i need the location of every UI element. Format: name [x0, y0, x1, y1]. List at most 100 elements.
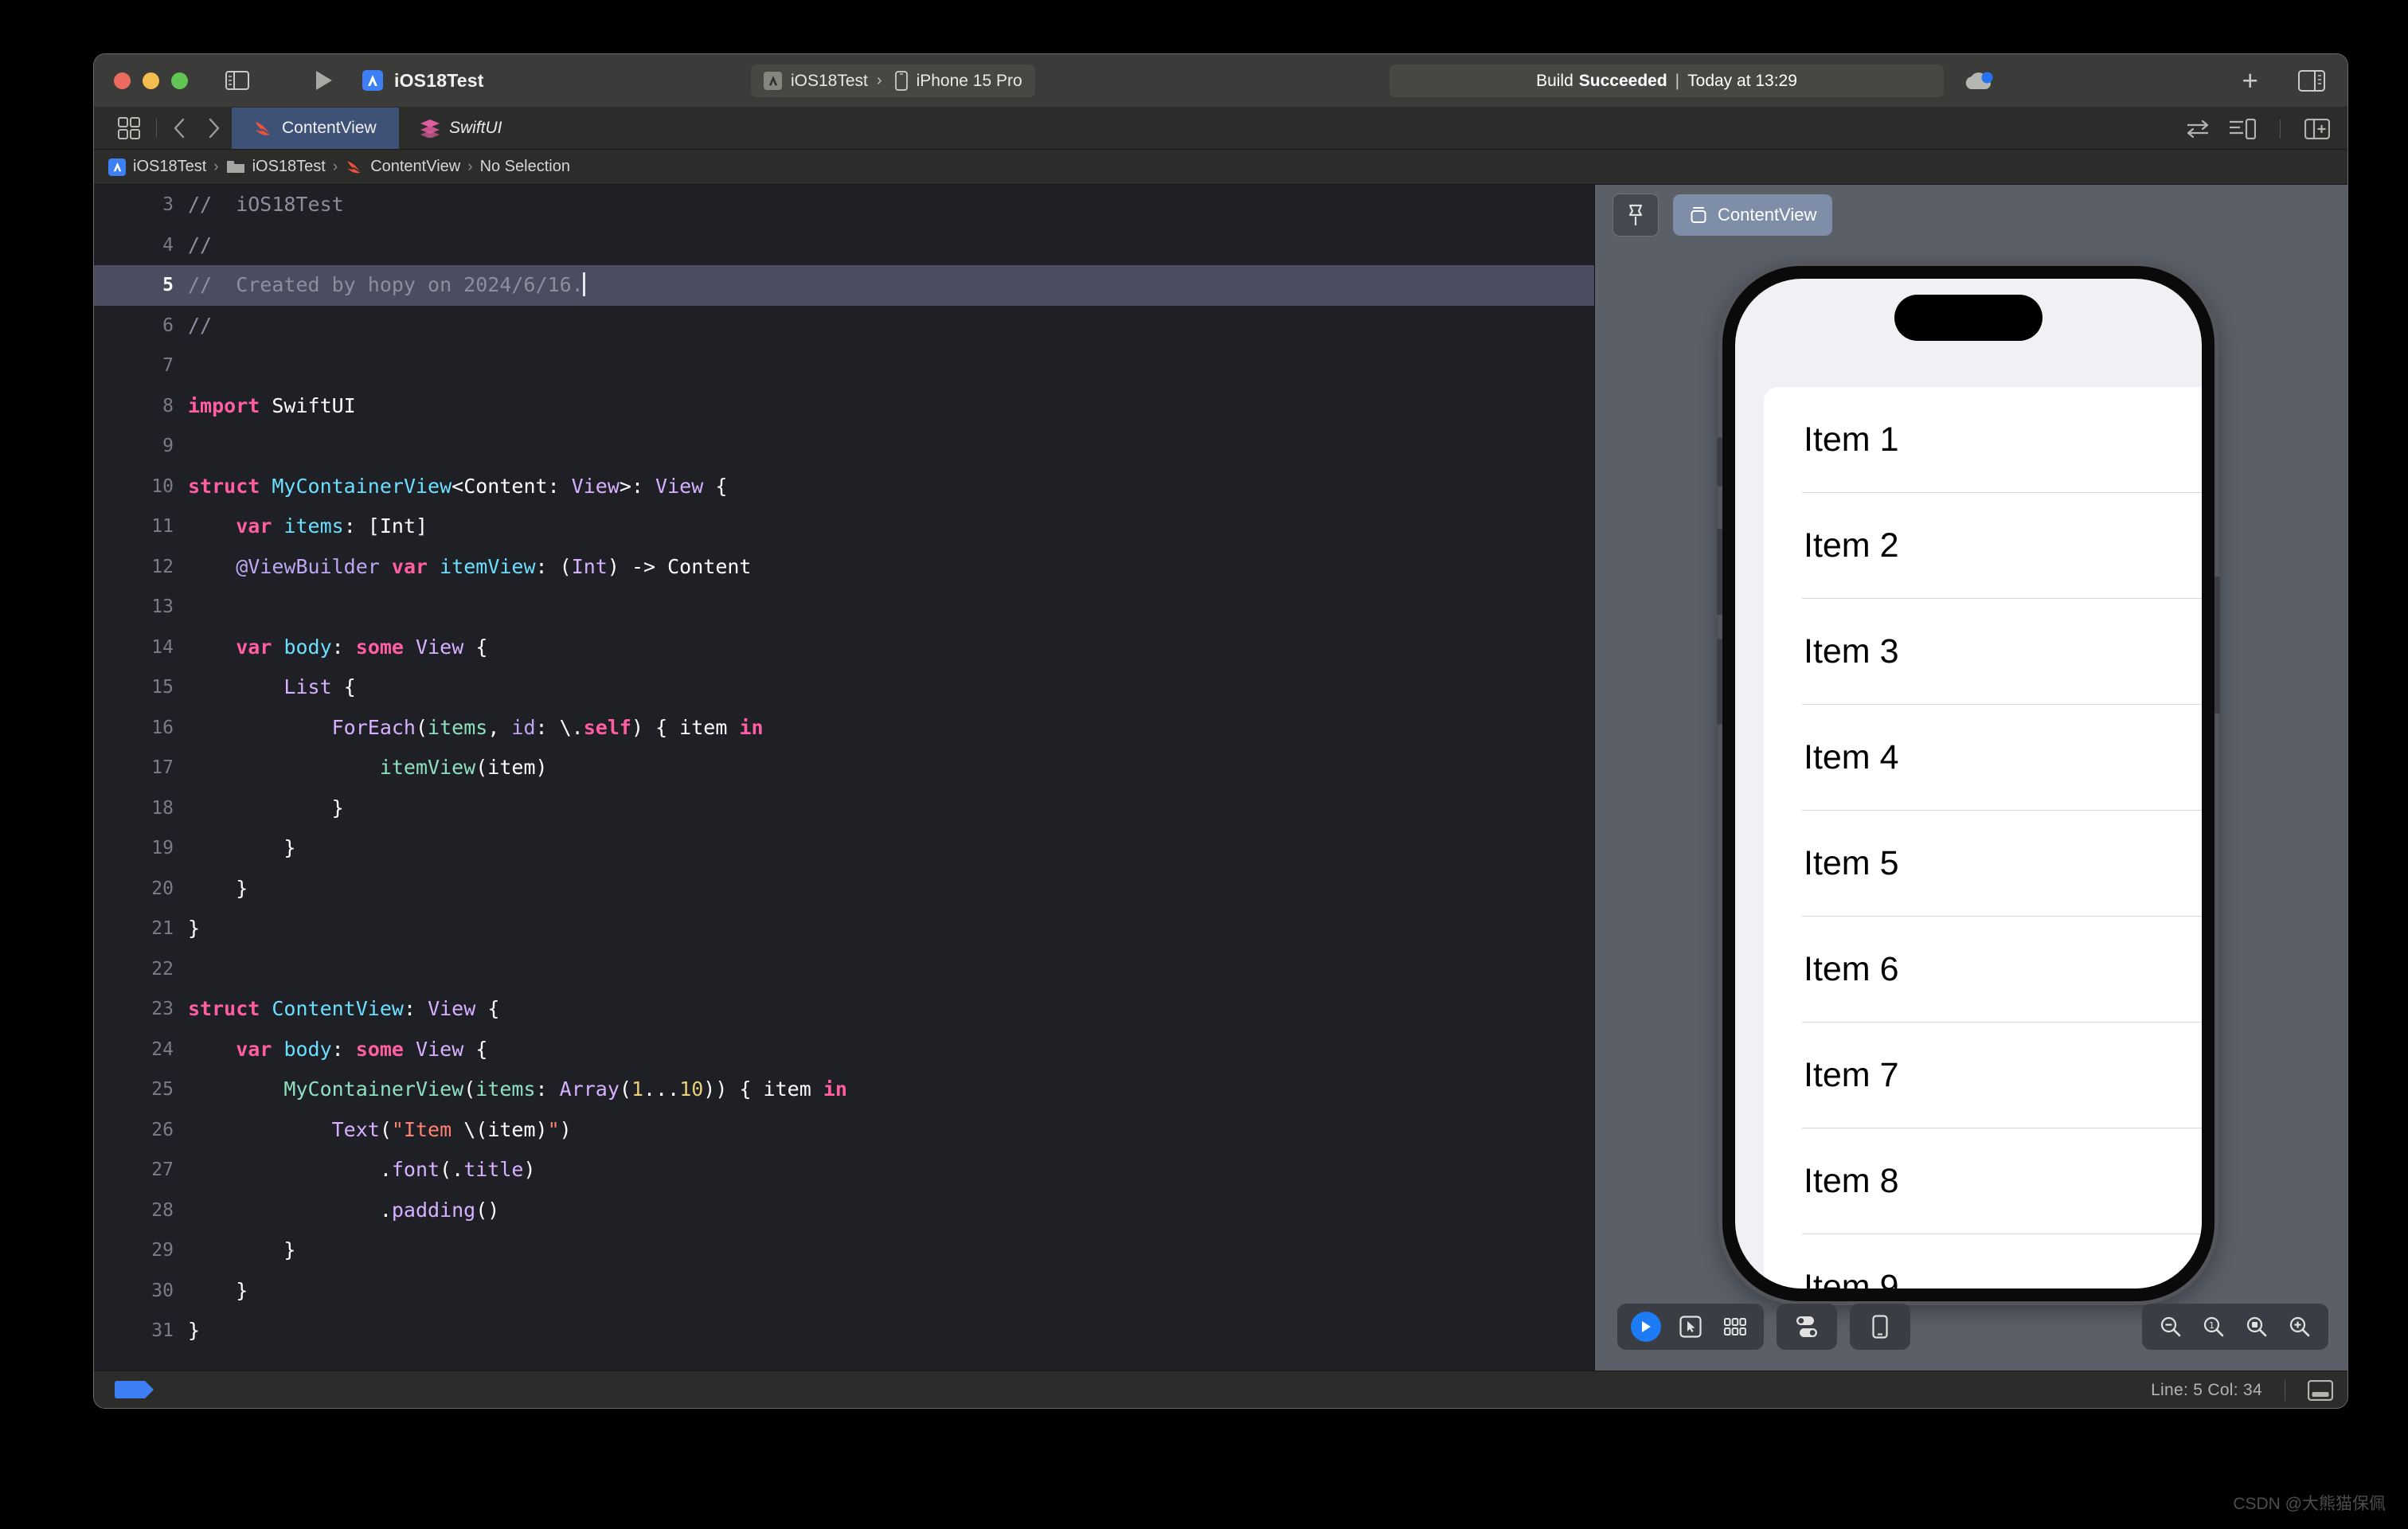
- code-line[interactable]: 28 .padding(): [94, 1191, 1594, 1231]
- active-scheme-display[interactable]: iOS18Test: [362, 70, 484, 92]
- sidebar-toggle-icon[interactable]: [225, 71, 249, 90]
- breadcrumb-item-folder[interactable]: iOS18Test: [226, 158, 326, 176]
- preview-mode-group: [1617, 1304, 1764, 1350]
- code-line[interactable]: 6 //: [94, 306, 1594, 346]
- code-line[interactable]: 29 }: [94, 1230, 1594, 1271]
- maximize-button[interactable]: [171, 72, 188, 89]
- code-line-text: // Created by hopy on 2024/6/16.: [188, 272, 585, 296]
- code-line[interactable]: 23 struct ContentView: View {: [94, 989, 1594, 1030]
- code-line-text: }: [188, 1238, 296, 1261]
- code-line[interactable]: 17 itemView(item): [94, 748, 1594, 788]
- debug-area-toggle-icon[interactable]: [2308, 1379, 2333, 1401]
- list-item-label: Item 1: [1804, 420, 1899, 459]
- line-number: 29: [151, 1240, 174, 1261]
- list-item[interactable]: Item 4: [1764, 705, 2202, 811]
- code-line[interactable]: 13: [94, 587, 1594, 628]
- breadcrumb: iOS18Test › iOS18Test › ContentView › No…: [94, 150, 2347, 185]
- code-line[interactable]: 27 .font(.title): [94, 1150, 1594, 1191]
- code-line[interactable]: 3 // iOS18Test: [94, 185, 1594, 225]
- preview-device-icon[interactable]: [1861, 1308, 1899, 1345]
- code-line[interactable]: 19 }: [94, 828, 1594, 869]
- scheme-app-icon: [764, 72, 782, 90]
- code-line[interactable]: 22: [94, 949, 1594, 990]
- preview-list[interactable]: Item 1 Item 2 Item 3 Item 4 Item 5 Item 6 Item…: [1764, 387, 2202, 1289]
- code-line[interactable]: 16 ForEach(items, id: \.self) { item in: [94, 708, 1594, 749]
- zoom-fit-icon[interactable]: [2238, 1308, 2276, 1345]
- swap-editors-icon[interactable]: [2186, 119, 2210, 139]
- zoom-100-icon[interactable]: 1: [2195, 1308, 2233, 1345]
- tab-swiftui[interactable]: SwiftUI: [399, 108, 566, 149]
- build-status-bar[interactable]: Build Succeeded | Today at 13:29: [1390, 65, 1944, 97]
- tab-contentview[interactable]: ContentView: [232, 108, 399, 149]
- preview-select-icon[interactable]: [1671, 1308, 1710, 1345]
- code-content[interactable]: 3 // iOS18Test 4 // 5 // Created by hopy on 2…: [94, 185, 1594, 1351]
- breakpoint-marker-icon[interactable]: [115, 1381, 154, 1398]
- code-line[interactable]: 25 MyContainerView(items: Array(1...10))…: [94, 1070, 1594, 1110]
- list-item[interactable]: Item 9: [1764, 1234, 2202, 1289]
- inspector-toggle-icon[interactable]: [2298, 70, 2325, 92]
- list-item[interactable]: Item 2: [1764, 493, 2202, 599]
- scheme-destination-selector[interactable]: iOS18Test › iPhone 15 Pro: [751, 65, 1035, 97]
- preview-variants-icon[interactable]: [1716, 1308, 1754, 1345]
- zoom-out-icon[interactable]: [2152, 1308, 2190, 1345]
- code-line[interactable]: 15 List {: [94, 667, 1594, 708]
- code-line[interactable]: 12 @ViewBuilder var itemView: (Int) -> C…: [94, 547, 1594, 588]
- close-button[interactable]: [114, 72, 131, 89]
- list-item[interactable]: Item 6: [1764, 917, 2202, 1023]
- chevron-left-icon[interactable]: [162, 118, 197, 139]
- line-number: 14: [151, 636, 174, 658]
- list-item[interactable]: Item 7: [1764, 1023, 2202, 1128]
- xcode-project-icon: [108, 158, 126, 176]
- swift-file-icon: [345, 158, 363, 176]
- breadcrumb-item-selection[interactable]: No Selection: [480, 158, 570, 176]
- list-item[interactable]: Item 8: [1764, 1128, 2202, 1234]
- preview-selected-chip[interactable]: ContentView: [1673, 194, 1833, 236]
- code-line-text: var body: some View {: [236, 1037, 488, 1061]
- code-line[interactable]: 5 // Created by hopy on 2024/6/16.: [94, 265, 1594, 306]
- code-line-text: [188, 346, 1594, 386]
- line-number: 19: [151, 838, 174, 858]
- source-code-editor[interactable]: 3 // iOS18Test 4 // 5 // Created by hopy on 2…: [94, 185, 1595, 1371]
- breadcrumb-item-project[interactable]: iOS18Test: [108, 158, 206, 176]
- editor-options-icon[interactable]: [2229, 118, 2256, 139]
- code-line[interactable]: 20 }: [94, 869, 1594, 909]
- minimize-button[interactable]: [143, 72, 159, 89]
- iphone-icon: [894, 71, 908, 91]
- preview-play-icon[interactable]: [1627, 1308, 1665, 1345]
- code-line[interactable]: 26 Text("Item \(item)"): [94, 1110, 1594, 1151]
- code-line[interactable]: 8 import SwiftUI: [94, 386, 1594, 427]
- cloud-status-icon[interactable]: [1961, 67, 1995, 94]
- list-item[interactable]: Item 5: [1764, 811, 2202, 917]
- tab-bar-right-controls: [2186, 108, 2336, 150]
- code-line[interactable]: 30 }: [94, 1271, 1594, 1312]
- list-item-label: Item 9: [1804, 1268, 1899, 1289]
- line-column-indicator: Line: 5 Col: 34: [2151, 1380, 2262, 1399]
- line-number: 9: [162, 436, 174, 456]
- code-line[interactable]: 11 var items: [Int]: [94, 506, 1594, 547]
- code-line[interactable]: 10 struct MyContainerView<Content: View>:…: [94, 467, 1594, 507]
- add-button[interactable]: +: [2242, 67, 2258, 95]
- code-line-text: }: [188, 1278, 248, 1302]
- tab-grid-icon[interactable]: [107, 117, 151, 139]
- add-editor-icon[interactable]: [2304, 118, 2330, 139]
- run-play-icon[interactable]: [315, 69, 334, 92]
- list-item[interactable]: Item 3: [1764, 599, 2202, 705]
- chevron-right-icon[interactable]: [197, 118, 232, 139]
- code-line[interactable]: 14 var body: some View {: [94, 628, 1594, 668]
- preview-toggles-icon[interactable]: [1788, 1308, 1826, 1345]
- device-screen[interactable]: Item 1 Item 2 Item 3 Item 4 Item 5 Item 6 Item…: [1735, 279, 2202, 1289]
- list-item[interactable]: Item 1: [1764, 387, 2202, 493]
- code-line[interactable]: 9: [94, 426, 1594, 467]
- code-line[interactable]: 4 //: [94, 225, 1594, 266]
- build-status-divider: |: [1675, 71, 1680, 90]
- zoom-in-icon[interactable]: [2281, 1308, 2319, 1345]
- code-line[interactable]: 31}: [94, 1311, 1594, 1351]
- code-line-text: }: [188, 1319, 201, 1342]
- code-line[interactable]: 7: [94, 346, 1594, 386]
- code-line[interactable]: 24 var body: some View {: [94, 1030, 1594, 1070]
- pin-icon[interactable]: [1612, 194, 1659, 237]
- breadcrumb-item-file[interactable]: ContentView: [345, 158, 460, 176]
- code-line[interactable]: 18 }: [94, 788, 1594, 829]
- code-line-text: }: [188, 917, 201, 940]
- code-line[interactable]: 21}: [94, 909, 1594, 949]
